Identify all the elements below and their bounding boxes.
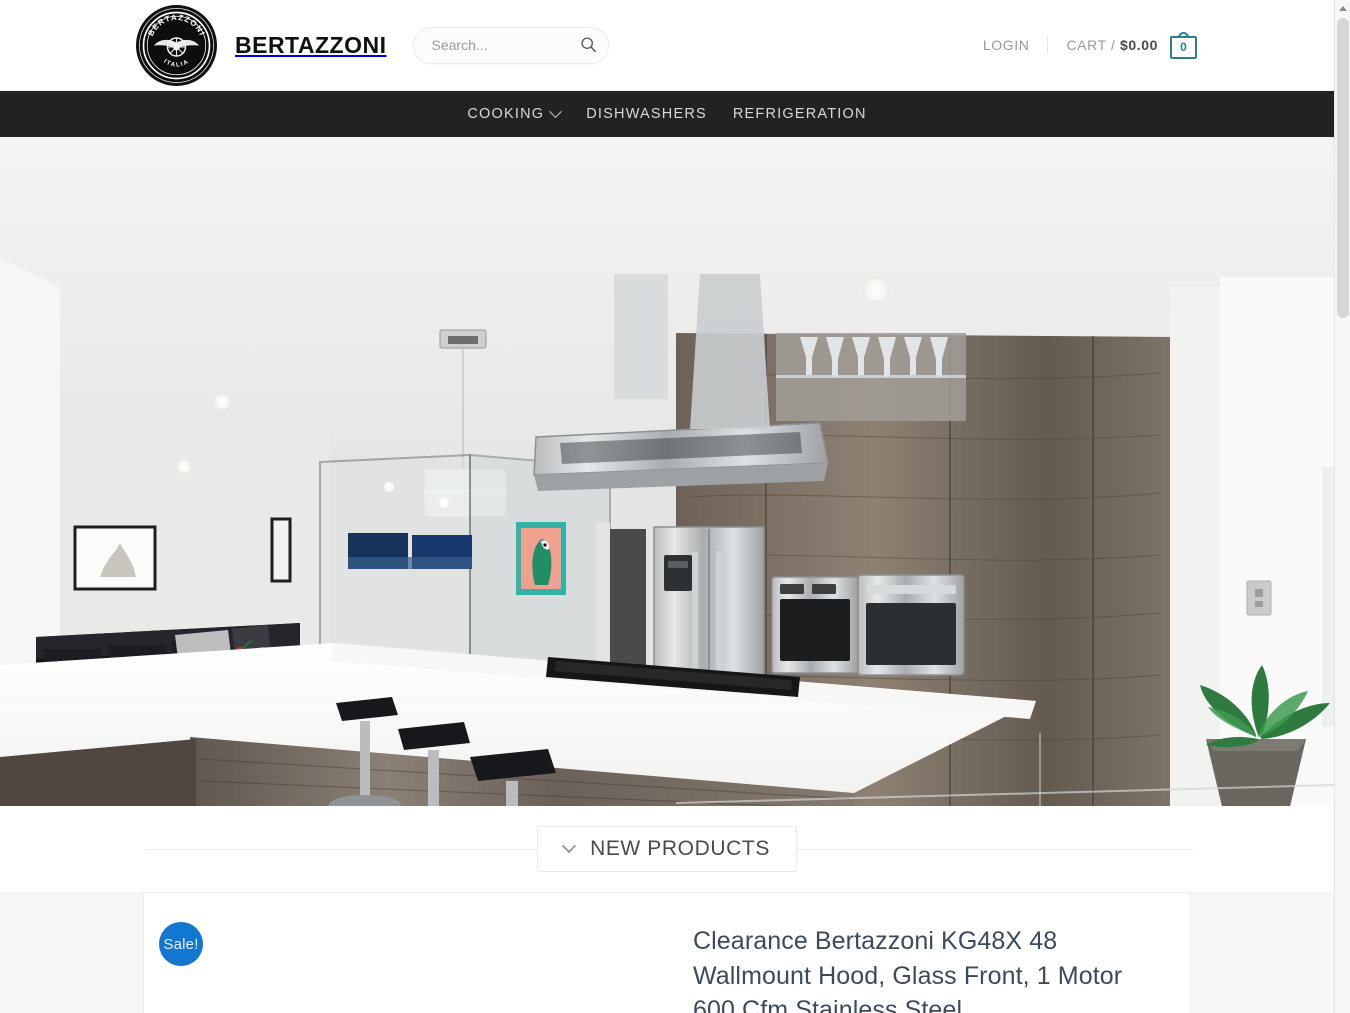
site-header: BERTAZZONI ITALIA BERTAZZONI Search... L… [0, 0, 1334, 91]
hero-banner[interactable] [0, 137, 1334, 806]
cart-count-badge: 0 [1180, 40, 1187, 54]
search-submit-button[interactable] [577, 34, 601, 58]
product-card[interactable]: Sale! Clearance Bertazzoni KG48X 48 Wall… [143, 892, 1191, 1013]
search-form[interactable] [412, 26, 609, 64]
products-grid: Sale! Clearance Bertazzoni KG48X 48 Wall… [0, 892, 1334, 1013]
header-account-area: LOGIN CART / $0.00 0 [983, 31, 1197, 59]
hero-kitchen-image [0, 137, 1334, 806]
nav-item-cooking-label: COOKING [467, 106, 545, 122]
browser-viewport: BERTAZZONI ITALIA BERTAZZONI Search... L… [0, 0, 1350, 1013]
bag-body: 0 [1170, 35, 1197, 59]
page-content: BERTAZZONI ITALIA BERTAZZONI Search... L… [0, 0, 1334, 1013]
shopping-bag-icon[interactable]: 0 [1170, 31, 1197, 59]
product-title[interactable]: Clearance Bertazzoni KG48X 48 Wallmount … [693, 924, 1156, 1013]
product-media: Sale! [144, 893, 685, 1013]
site-logo-link[interactable]: BERTAZZONI ITALIA BERTAZZONI [136, 4, 387, 86]
chevron-down-icon [561, 839, 577, 854]
cart-link[interactable]: CART / $0.00 0 [1048, 31, 1197, 59]
search-icon [580, 36, 597, 56]
nav-list: COOKING DISHWASHERS REFRIGERATION [454, 104, 880, 122]
product-info: Clearance Bertazzoni KG48X 48 Wallmount … [685, 893, 1190, 1013]
scroll-up-arrow-icon[interactable] [1335, 0, 1350, 17]
product-image[interactable] [329, 993, 499, 1013]
cart-total: $0.00 [1119, 37, 1158, 53]
cart-label: CART / $0.00 [1066, 37, 1158, 53]
page-scrollbar[interactable] [1334, 0, 1350, 1013]
nav-item-dishwashers-label: DISHWASHERS [586, 106, 707, 122]
sale-badge: Sale! [159, 922, 203, 966]
section-title: NEW PRODUCTS [590, 837, 770, 860]
nav-item-refrigeration-label: REFRIGERATION [732, 106, 867, 122]
chevron-down-icon [549, 104, 563, 118]
nav-item-refrigeration[interactable]: REFRIGERATION [720, 106, 880, 122]
scrollbar-thumb[interactable] [1337, 18, 1349, 318]
login-link[interactable]: LOGIN [983, 36, 1049, 54]
new-products-toggle[interactable]: NEW PRODUCTS [537, 826, 797, 872]
main-navigation: COOKING DISHWASHERS REFRIGERATION [0, 91, 1334, 137]
brand-name: BERTAZZONI [235, 31, 387, 58]
bertazzoni-logo-icon: BERTAZZONI ITALIA [136, 4, 217, 86]
new-products-section-header: NEW PRODUCTS [0, 806, 1334, 892]
caret-up-glyph [1339, 6, 1347, 11]
nav-item-dishwashers[interactable]: DISHWASHERS [573, 106, 720, 122]
nav-item-cooking[interactable]: COOKING [454, 104, 573, 122]
cart-label-text: CART / [1066, 37, 1116, 53]
